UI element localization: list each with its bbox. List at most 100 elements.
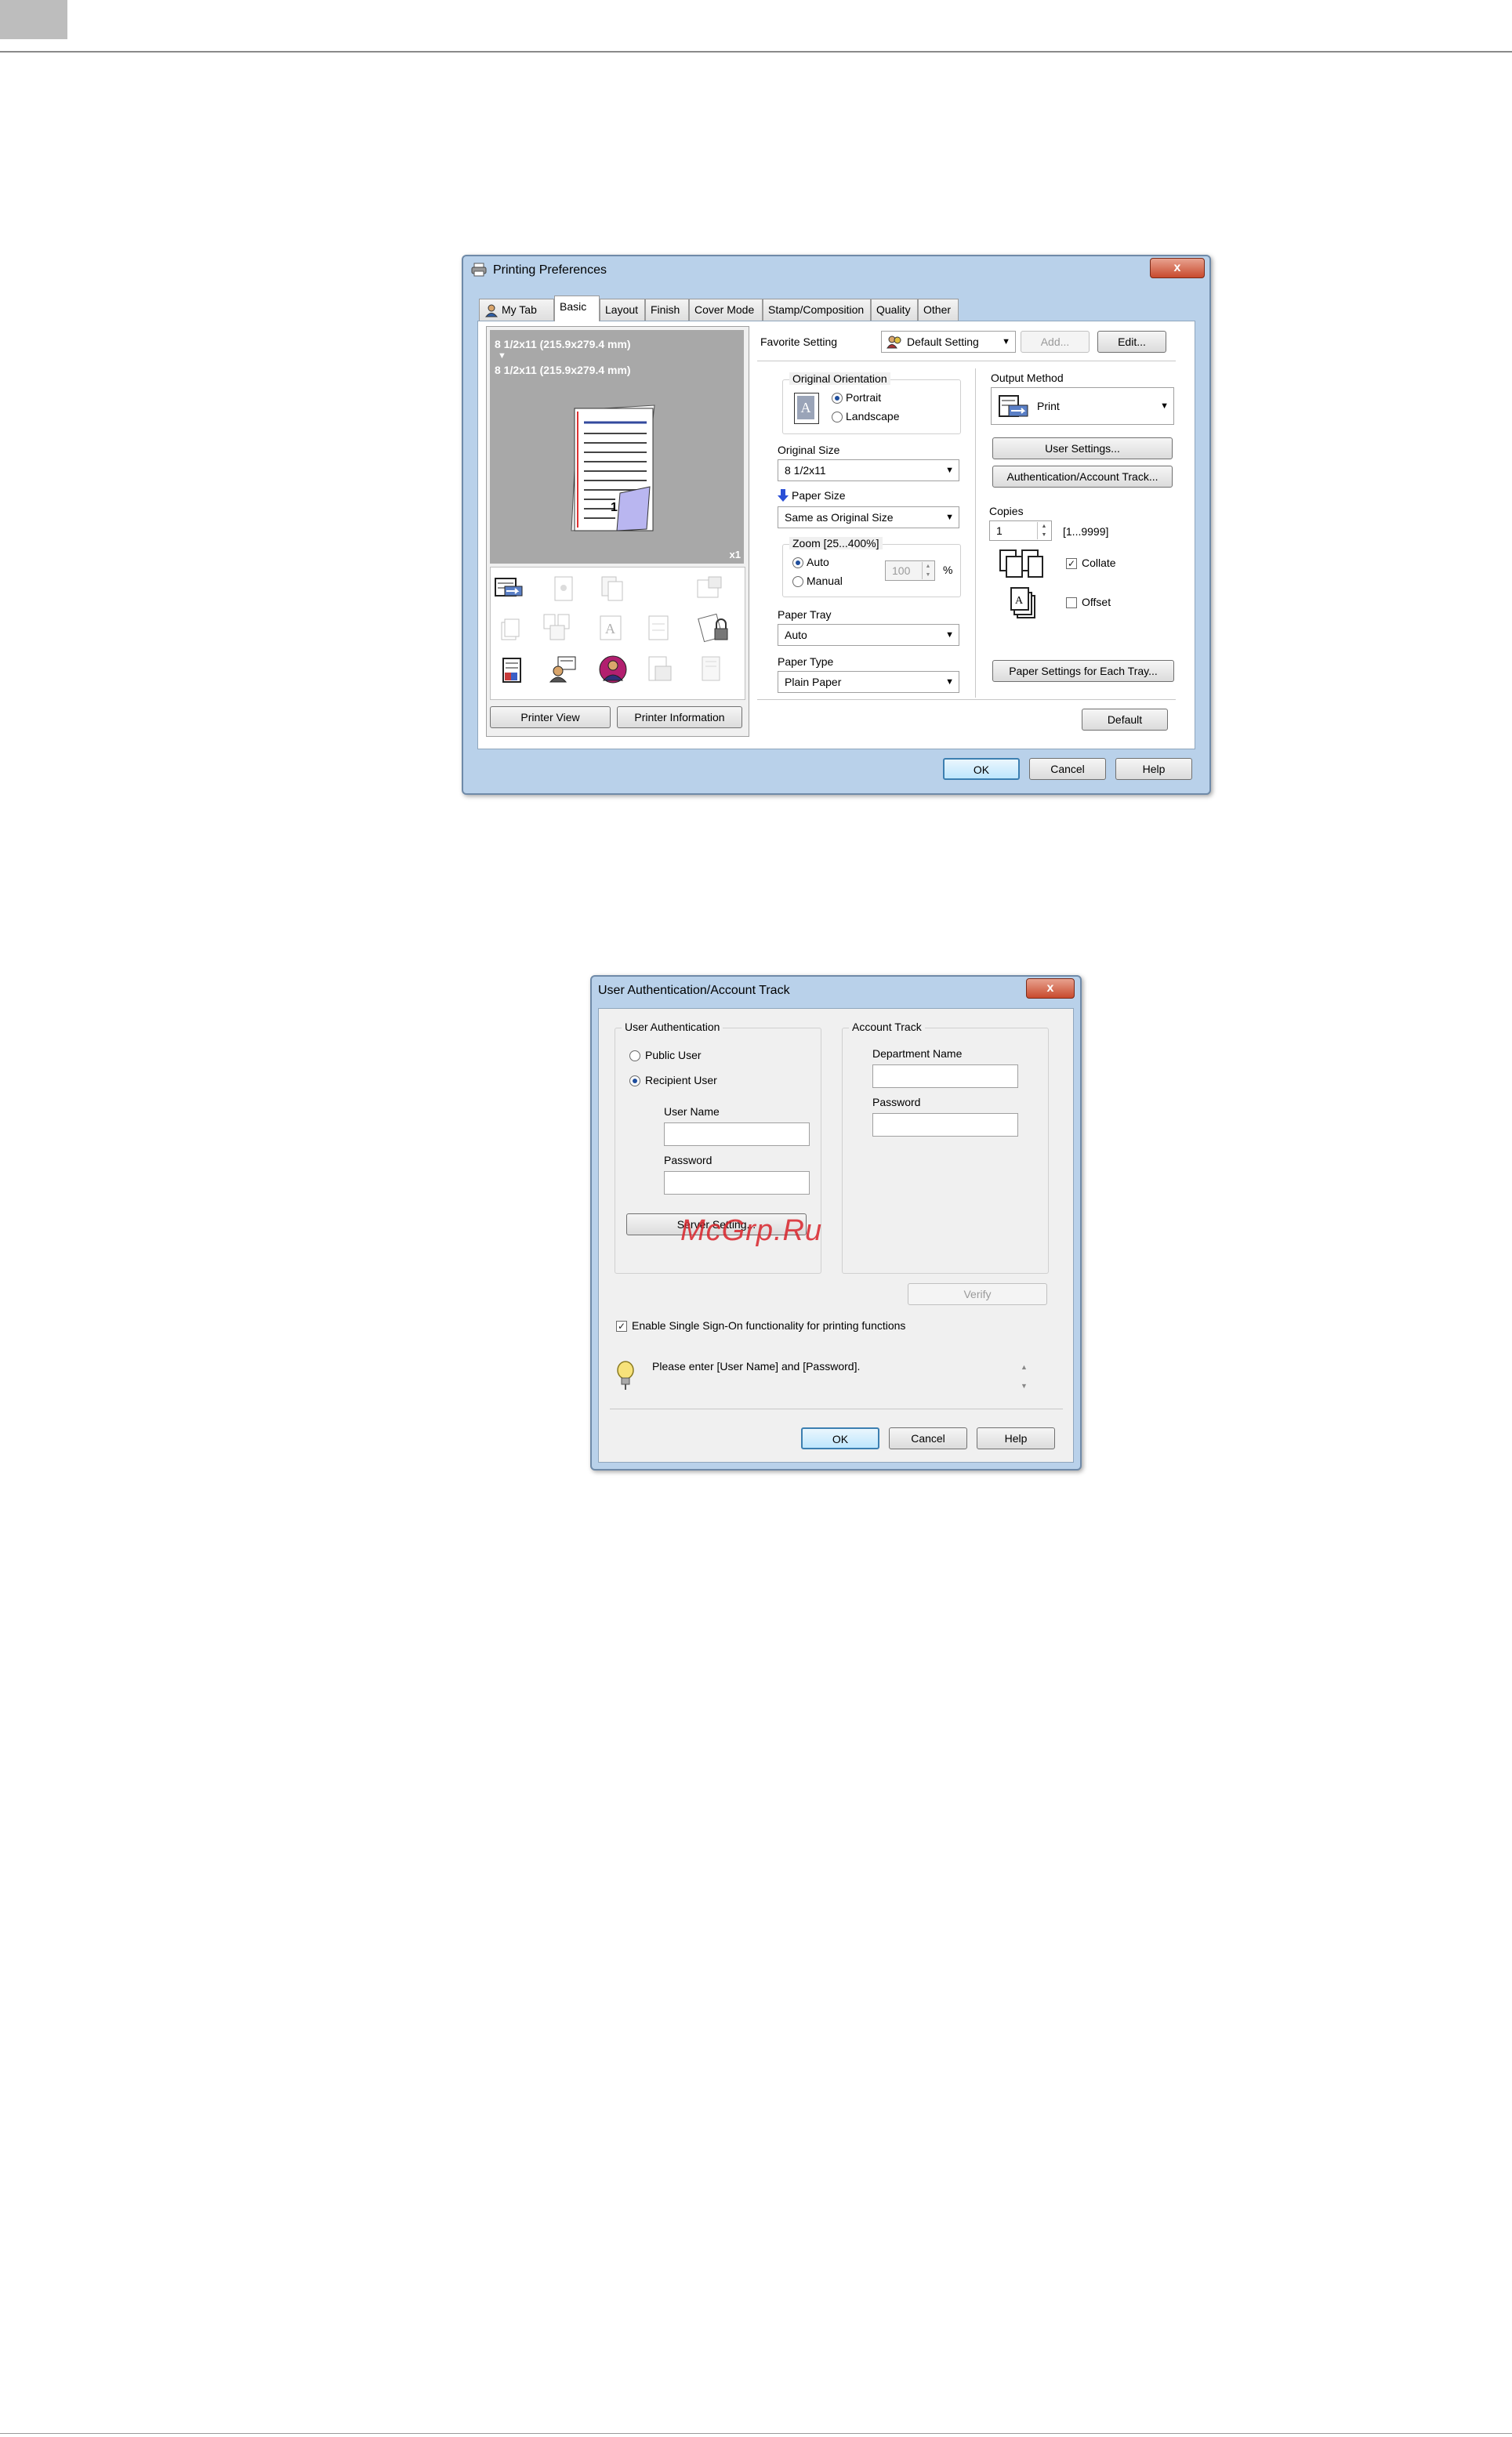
close-button[interactable]: x [1026, 978, 1075, 999]
help-button[interactable]: Help [1115, 758, 1192, 780]
user-settings-icon[interactable] [549, 654, 578, 684]
tab-my-tab[interactable]: My Tab [479, 299, 554, 321]
copies-input[interactable]: 1 ▲ ▼ [989, 520, 1052, 541]
output-icon[interactable] [549, 574, 578, 604]
original-size-select[interactable]: 8 1/2x11 ▼ [778, 459, 959, 481]
overlay-icon[interactable] [644, 654, 674, 684]
title-bar[interactable]: User Authentication/Account Track x [592, 977, 1080, 1005]
title-bar[interactable]: Printing Preferences x [463, 256, 1209, 285]
scroll-up-icon[interactable]: ▲ [1021, 1363, 1028, 1371]
collate-icon [999, 549, 1044, 584]
tab-finish[interactable]: Finish [645, 299, 689, 321]
public-user-radio[interactable] [629, 1050, 640, 1061]
close-button[interactable]: x [1150, 258, 1205, 278]
original-orientation-group: Original Orientation A Portrait Landscap… [782, 372, 961, 434]
dialog-title: User Authentication/Account Track [598, 984, 790, 997]
paper-type-select[interactable]: Plain Paper ▼ [778, 671, 959, 693]
zoom-label: Zoom [25...400%] [789, 537, 883, 549]
password-input[interactable] [664, 1171, 810, 1195]
offset-checkbox[interactable] [1066, 597, 1077, 608]
dialog-body: User Authentication Public User Recipien… [598, 1008, 1074, 1463]
recipient-user-label: Recipient User [645, 1074, 717, 1086]
paper-tray-label: Paper Tray [778, 608, 832, 621]
paper-type-value: Plain Paper [785, 676, 842, 688]
cancel-button[interactable]: Cancel [1029, 758, 1106, 780]
output-method-label: Output Method [991, 372, 1064, 384]
dialog-help-button[interactable]: Help [977, 1427, 1055, 1449]
user-name-input[interactable] [664, 1122, 810, 1146]
offset-icon: A [1010, 586, 1041, 625]
default-button[interactable]: Default [1082, 709, 1168, 731]
authentication-account-track-button[interactable]: Authentication/Account Track... [992, 466, 1173, 488]
favorite-setting-value: Default Setting [907, 335, 979, 348]
zoom-auto-radio[interactable] [792, 557, 803, 568]
window-title: Printing Preferences [493, 263, 607, 277]
verify-button[interactable]: Verify [908, 1283, 1047, 1305]
tab-quality[interactable]: Quality [871, 299, 918, 321]
down-arrow-icon: ▼ [498, 351, 506, 361]
portrait-radio[interactable] [832, 393, 843, 404]
edit-favorite-button[interactable]: Edit... [1097, 331, 1166, 353]
printer-view-icon[interactable] [494, 574, 524, 604]
preview-image: 8 1/2x11 (215.9x279.4 mm) ▼ 8 1/2x11 (21… [490, 330, 744, 564]
add-favorite-button[interactable]: Add... [1021, 331, 1090, 353]
booklet-icon[interactable] [694, 574, 724, 604]
user-settings-button[interactable]: User Settings... [992, 437, 1173, 459]
portrait-orientation-icon: A [794, 393, 819, 424]
authentication-icon[interactable] [597, 654, 627, 684]
paper-tray-value: Auto [785, 629, 807, 641]
paper-settings-each-tray-button[interactable]: Paper Settings for Each Tray... [992, 660, 1174, 682]
chevron-down-icon: ▼ [1002, 337, 1010, 346]
department-name-input[interactable] [872, 1064, 1018, 1088]
stack-icon[interactable] [499, 615, 528, 644]
zoom-stepper[interactable]: ▲ ▼ [922, 562, 934, 579]
offset-label: Offset [1082, 596, 1111, 608]
paper-size-label: Paper Size [792, 489, 846, 502]
scroll-down-icon[interactable]: ▼ [1021, 1382, 1028, 1390]
zoom-value-input[interactable]: 100 ▲ ▼ [885, 560, 935, 581]
zoom-value: 100 [892, 564, 911, 577]
tab-cover-mode[interactable]: Cover Mode [689, 299, 763, 321]
recipient-user-radio[interactable] [629, 1075, 640, 1086]
lock-icon[interactable] [698, 611, 728, 643]
tab-label: My Tab [502, 303, 537, 316]
original-size-line: 8 1/2x11 (215.9x279.4 mm) [495, 338, 631, 350]
printer-information-button[interactable]: Printer Information [617, 706, 742, 728]
printer-view-button[interactable]: Printer View [490, 706, 611, 728]
copy-pages-icon[interactable] [597, 574, 627, 604]
paper-size-select[interactable]: Same as Original Size ▼ [778, 506, 959, 528]
tab-stamp-composition[interactable]: Stamp/Composition [763, 299, 871, 321]
favorite-setting-select[interactable]: Default Setting ▼ [881, 331, 1016, 353]
zoom-unit: % [943, 564, 953, 576]
document-stack-icon[interactable] [696, 654, 726, 684]
chevron-down-icon: ▼ [945, 677, 954, 687]
paper-type-label: Paper Type [778, 655, 834, 668]
tab-other[interactable]: Other [918, 299, 959, 321]
account-password-input[interactable] [872, 1113, 1018, 1137]
collate-checkbox[interactable]: ✓ [1066, 558, 1077, 569]
tab-basic[interactable]: Basic [554, 296, 600, 321]
dialog-cancel-button[interactable]: Cancel [889, 1427, 967, 1449]
tab-strip: My Tab Basic Layout Finish Cover Mode St… [479, 296, 1200, 321]
paper-tray-select[interactable]: Auto ▼ [778, 624, 959, 646]
output-method-select[interactable]: Print ▼ [991, 387, 1174, 425]
tab-content-panel: 8 1/2x11 (215.9x279.4 mm) ▼ 8 1/2x11 (21… [477, 321, 1195, 749]
cover-page-icon[interactable] [499, 655, 528, 685]
ok-button[interactable]: OK [943, 758, 1020, 780]
combine-icon[interactable] [542, 611, 572, 641]
svg-text:A: A [1015, 595, 1024, 607]
chevron-down-icon: ▼ [945, 513, 954, 522]
copies-stepper[interactable]: ▲ ▼ [1037, 522, 1050, 539]
dialog-ok-button[interactable]: OK [801, 1427, 879, 1449]
landscape-radio[interactable] [832, 412, 843, 422]
watermark-icon[interactable] [644, 613, 674, 643]
zoom-manual-radio[interactable] [792, 576, 803, 587]
zoom-auto-label: Auto [807, 556, 829, 568]
original-orientation-label: Original Orientation [789, 372, 890, 385]
font-icon[interactable]: A [597, 613, 627, 643]
bottom-separator [757, 699, 1176, 700]
footer-rule [0, 2433, 1512, 2434]
sso-checkbox[interactable]: ✓ [616, 1321, 627, 1332]
column-separator [975, 368, 976, 698]
tab-layout[interactable]: Layout [600, 299, 645, 321]
